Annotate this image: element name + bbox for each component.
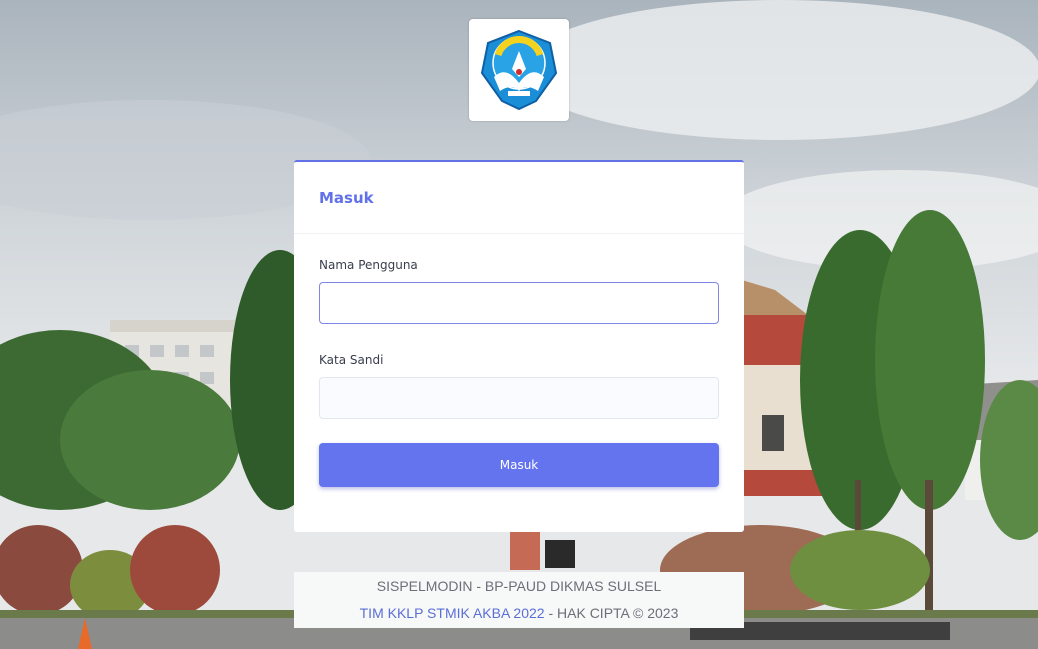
footer-team-link[interactable]: TIM KKLP STMIK AKBA 2022 xyxy=(360,605,545,621)
username-label: Nama Pengguna xyxy=(319,258,418,272)
login-button[interactable]: Masuk xyxy=(319,443,719,487)
tut-wuri-handayani-logo xyxy=(480,29,558,111)
username-input[interactable] xyxy=(319,282,719,324)
password-input[interactable] xyxy=(319,377,719,419)
card-header: Masuk xyxy=(294,162,744,234)
footer: SISPELMODIN - BP-PAUD DIKMAS SULSEL TIM … xyxy=(294,572,744,628)
login-card: Masuk Nama Pengguna Kata Sandi Masuk xyxy=(294,160,744,532)
footer-app-name: SISPELMODIN - BP-PAUD DIKMAS SULSEL xyxy=(376,578,662,594)
logo-card xyxy=(469,19,569,121)
password-label: Kata Sandi xyxy=(319,353,384,367)
footer-copyright: - HAK CIPTA © 2023 xyxy=(544,605,679,621)
login-title: Masuk xyxy=(319,189,374,207)
footer-credit: TIM KKLP STMIK AKBA 2022 - HAK CIPTA © 2… xyxy=(294,605,744,621)
